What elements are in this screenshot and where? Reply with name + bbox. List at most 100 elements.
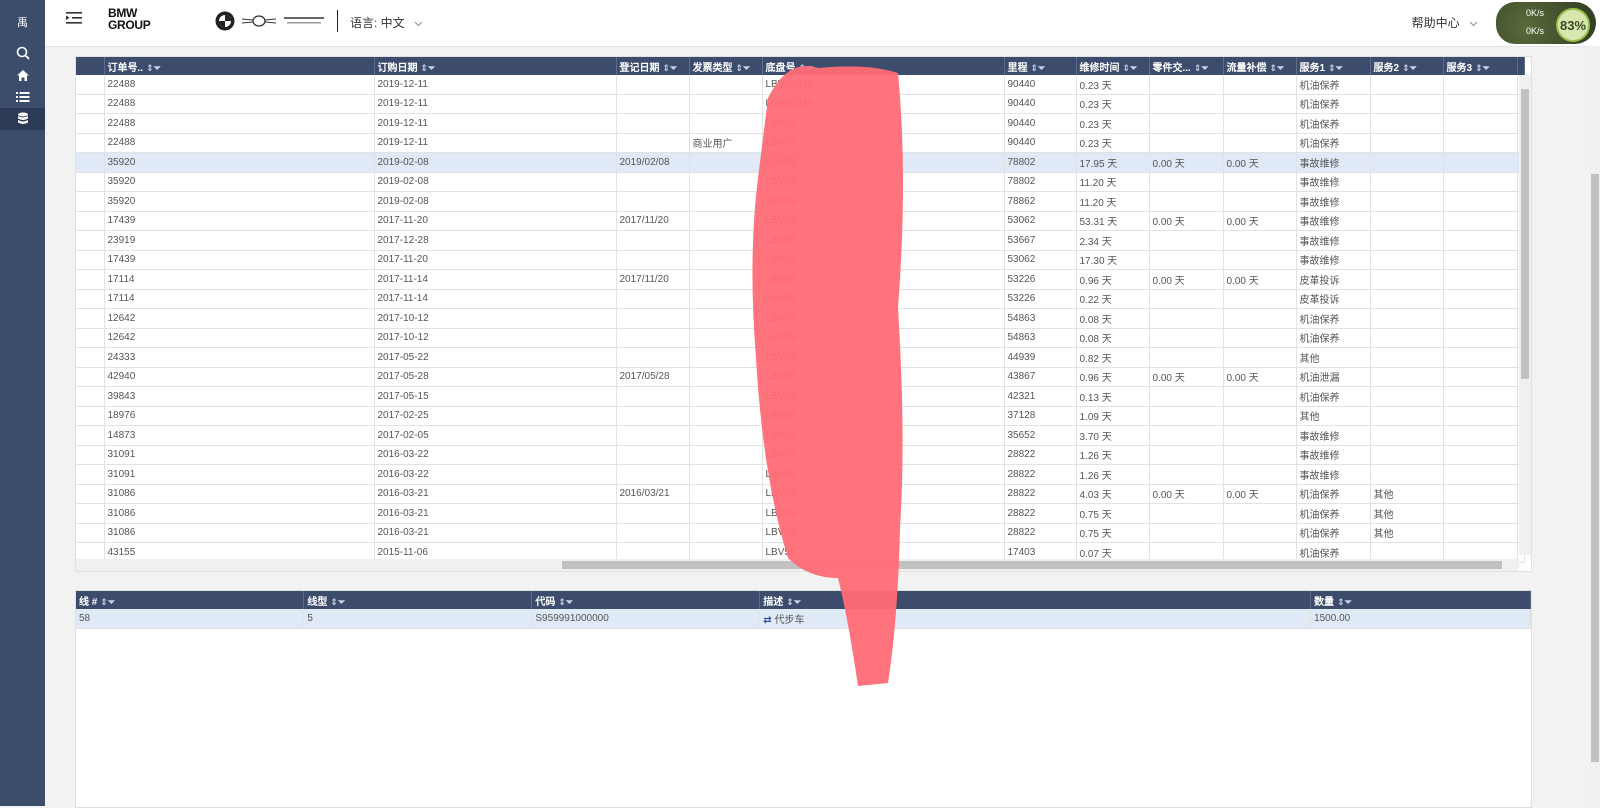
table-cell: 22488 [104, 75, 375, 95]
column-header[interactable]: 里程 ⇕⏷ [1004, 57, 1077, 75]
sort-filter-icon[interactable]: ⇕⏷ [1123, 63, 1138, 73]
table-cell: 2017-02-05 [374, 425, 617, 446]
sort-filter-icon[interactable]: ⇕⏷ [1402, 63, 1417, 73]
table-cell: 24333 [104, 347, 375, 368]
table-cell: 1.26 天 [1076, 445, 1150, 465]
column-header[interactable]: 代码 ⇕⏷ [531, 591, 761, 609]
column-header[interactable]: 服务3 ⇕⏷ [1443, 57, 1518, 75]
scroll-thumb[interactable] [1521, 89, 1529, 379]
sort-filter-icon[interactable]: ⇕⏷ [100, 597, 115, 607]
table-cell: 28822 [1004, 523, 1077, 543]
column-header[interactable]: 订单号.. ⇕⏷ [104, 57, 375, 75]
table-cell [616, 347, 690, 368]
column-header[interactable]: 订购日期 ⇕⏷ [374, 57, 617, 75]
sort-filter-icon[interactable]: ⇕⏷ [421, 63, 436, 73]
column-header[interactable]: 线 # ⇕⏷ [76, 591, 305, 609]
table-cell: 90440 [1004, 113, 1077, 134]
column-header[interactable]: 服务1 ⇕⏷ [1296, 57, 1371, 75]
sort-filter-icon[interactable]: ⇕⏷ [1337, 597, 1352, 607]
table-cell [1149, 386, 1224, 407]
column-header[interactable]: 登记日期 ⇕⏷ [616, 57, 690, 75]
scroll-thumb[interactable] [562, 561, 1502, 569]
table-cell [1443, 503, 1518, 524]
row-index-cell [76, 484, 105, 504]
sidebar-user[interactable]: 禹 [0, 14, 45, 32]
column-header[interactable]: 维修时间 ⇕⏷ [1076, 57, 1150, 75]
sort-filter-icon[interactable]: ⇕⏷ [146, 63, 161, 73]
page-scrollbar[interactable] [1590, 46, 1600, 806]
table-cell [1149, 113, 1224, 134]
database-icon [17, 112, 28, 124]
table-cell [1149, 464, 1224, 485]
sort-filter-icon[interactable]: ⇕⏷ [1328, 63, 1343, 73]
sort-filter-icon[interactable]: ⇕⏷ [1270, 63, 1285, 73]
table-cell [1223, 328, 1297, 348]
table-cell: 0.82 天 [1076, 347, 1150, 368]
language-selector[interactable]: 语言: 中文 [350, 14, 423, 31]
table-cell [1443, 113, 1518, 134]
table-cell: 事故维修 [1296, 445, 1371, 465]
menu-toggle-button[interactable] [66, 11, 84, 29]
table-cell: 2019-02-08 [374, 191, 617, 212]
table-cell: 39843 [104, 386, 375, 407]
table-cell: 12642 [104, 328, 375, 348]
column-header[interactable]: 服务2 ⇕⏷ [1370, 57, 1444, 75]
sort-filter-icon[interactable]: ⇕⏷ [1031, 63, 1046, 73]
table-cell [616, 94, 690, 114]
orders-vertical-scrollbar[interactable] [1519, 75, 1531, 555]
scroll-thumb[interactable] [1591, 174, 1599, 762]
table-cell: 2017-05-22 [374, 347, 617, 368]
sort-filter-icon[interactable]: ⇕⏷ [558, 597, 573, 607]
table-cell [1370, 445, 1444, 465]
table-cell [1223, 172, 1297, 192]
column-header[interactable]: 流量补偿 ⇕⏷ [1223, 57, 1297, 75]
top-bar: BMW GROUP 语言: 中文 帮助中心 0K/s 0K/s 83% [45, 0, 1600, 47]
table-cell: 0.96 天 [1076, 269, 1150, 290]
sort-filter-icon[interactable]: ⇕⏷ [1194, 63, 1209, 73]
table-cell [1443, 250, 1518, 270]
table-cell: 事故维修 [1296, 211, 1371, 231]
table-cell [1443, 386, 1518, 407]
sort-filter-icon[interactable]: ⇕⏷ [330, 597, 345, 607]
sidebar-item-list[interactable] [0, 86, 45, 108]
table-cell [1370, 94, 1444, 114]
brand-separator [337, 10, 338, 32]
table-cell [1223, 133, 1297, 153]
sidebar-item-home[interactable] [0, 64, 45, 86]
column-header[interactable]: 零件交... ⇕⏷ [1149, 57, 1224, 75]
table-cell [1443, 75, 1518, 95]
sort-filter-icon[interactable]: ⇕⏷ [663, 63, 678, 73]
table-cell [616, 445, 690, 465]
table-cell [1443, 94, 1518, 114]
sidebar-item-search[interactable] [0, 42, 45, 64]
network-speed-widget[interactable]: 0K/s 0K/s 83% [1496, 2, 1596, 44]
table-cell: 11.20 天 [1076, 172, 1150, 192]
table-cell [1149, 230, 1224, 251]
table-cell [1370, 75, 1444, 95]
column-header[interactable]: 线型 ⇕⏷ [303, 591, 533, 609]
table-cell: 17114 [104, 289, 375, 309]
table-cell: 53.31 天 [1076, 211, 1150, 231]
table-cell: 2019-02-08 [374, 152, 617, 173]
sidebar-item-database[interactable] [0, 108, 45, 130]
table-cell [1443, 425, 1518, 446]
table-cell [1223, 464, 1297, 485]
column-header[interactable]: 数量 ⇕⏷ [1310, 591, 1531, 609]
table-cell: 2017-02-25 [374, 406, 617, 426]
help-center-menu[interactable]: 帮助中心 [1412, 14, 1478, 31]
table-cell [1149, 133, 1224, 153]
table-cell [616, 328, 690, 348]
sort-filter-icon[interactable]: ⇕⏷ [1475, 63, 1490, 73]
table-cell: 2017/05/28 [616, 367, 690, 387]
table-cell: 其他 [1370, 523, 1444, 543]
row-index-cell [76, 464, 105, 485]
table-cell [1443, 523, 1518, 543]
table-cell: 事故维修 [1296, 250, 1371, 270]
table-cell [1223, 250, 1297, 270]
table-cell: 0.23 天 [1076, 133, 1150, 153]
table-cell [1370, 386, 1444, 407]
table-cell: 31086 [104, 523, 375, 543]
table-cell: 皮革投诉 [1296, 289, 1371, 309]
table-cell [1149, 347, 1224, 368]
bmw-roundel-icon [215, 11, 235, 31]
